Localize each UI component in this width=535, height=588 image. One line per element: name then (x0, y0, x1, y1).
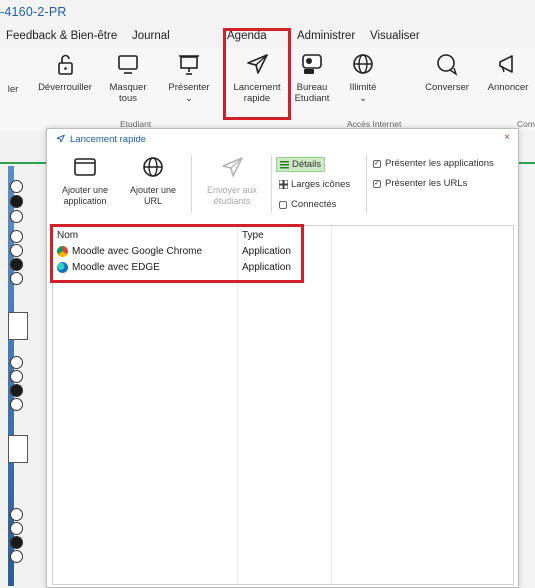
student-desktop-button[interactable]: Bureau Etudiant (287, 52, 337, 104)
hide-all-button[interactable]: Masquer tous (104, 52, 152, 104)
status-icon (10, 384, 23, 397)
status-icon (10, 180, 23, 193)
view-large-icons-option[interactable]: Larges icônes (278, 179, 350, 190)
checked-icon: ✓ (373, 179, 381, 188)
send-icon (56, 134, 65, 143)
quick-launch-popup: Lancement rapide × Ajouter une applicati… (46, 128, 519, 588)
background-divider (0, 162, 46, 164)
status-icon (10, 370, 23, 383)
close-icon[interactable]: × (504, 132, 510, 143)
status-icon (10, 536, 23, 549)
highlight-quick-launch (223, 28, 291, 120)
background-box (8, 435, 28, 463)
unlock-button[interactable]: Déverrouiller (34, 52, 96, 93)
tab-administrer[interactable]: Administrer (297, 30, 355, 42)
status-icon (10, 550, 23, 563)
toolbar-separator (271, 155, 272, 213)
status-icon (10, 398, 23, 411)
presentation-icon (175, 52, 203, 78)
popup-title: Lancement rapide (55, 134, 146, 145)
app-title: -4160-2-PR (0, 5, 67, 19)
list-icon (280, 160, 289, 169)
toolbar-separator (191, 155, 192, 213)
globe-icon (139, 155, 167, 181)
present-applications-checkbox[interactable]: ✓ Présenter les applications (373, 158, 494, 169)
megaphone-icon (494, 52, 522, 78)
send-icon (218, 155, 246, 181)
title-bar: -4160-2-PR (0, 0, 535, 24)
present-urls-checkbox[interactable]: ✓ Présenter les URLs (373, 178, 467, 189)
status-icon (10, 522, 23, 535)
window-icon (71, 155, 99, 181)
status-icon (10, 244, 23, 257)
ribbon-button-partial[interactable]: ler (2, 84, 24, 95)
unlimited-button[interactable]: Illimité ⌄ (342, 52, 384, 104)
tab-visualiser[interactable]: Visualiser (370, 30, 420, 42)
toolbar-separator (366, 155, 367, 213)
column-separator (331, 226, 332, 584)
send-to-students-button[interactable]: Envoyer aux étudiants (199, 155, 265, 207)
status-icon (10, 258, 23, 271)
monitor-icon (114, 52, 142, 78)
student-desktop-icon (298, 52, 326, 78)
checkbox-icon (279, 200, 287, 209)
tab-feedback[interactable]: Feedback & Bien-être (6, 30, 117, 42)
group-caption-comm: Com (517, 119, 535, 129)
status-icon (10, 230, 23, 243)
globe-icon (349, 52, 377, 78)
chat-button[interactable]: Converser (420, 52, 474, 93)
unlock-icon (51, 52, 79, 78)
chat-icon (433, 52, 461, 78)
status-icon (10, 210, 23, 223)
add-application-button[interactable]: Ajouter une application (57, 155, 113, 207)
present-button[interactable]: Présenter ⌄ (161, 52, 217, 104)
grid-icon (278, 179, 289, 190)
background-panel (0, 130, 46, 588)
tab-journal[interactable]: Journal (132, 30, 170, 42)
view-connected-option[interactable]: Connectés (279, 199, 336, 210)
status-icon (10, 272, 23, 285)
status-icon (10, 508, 23, 521)
highlight-app-list (50, 224, 304, 283)
view-details-option[interactable]: Détails (276, 157, 326, 172)
status-icon (10, 195, 23, 208)
add-url-button[interactable]: Ajouter une URL (125, 155, 181, 207)
announce-button[interactable]: Annoncer (482, 52, 534, 93)
background-divider-right (519, 162, 535, 164)
status-icon (10, 356, 23, 369)
background-box (8, 312, 28, 340)
checked-icon: ✓ (373, 159, 381, 168)
